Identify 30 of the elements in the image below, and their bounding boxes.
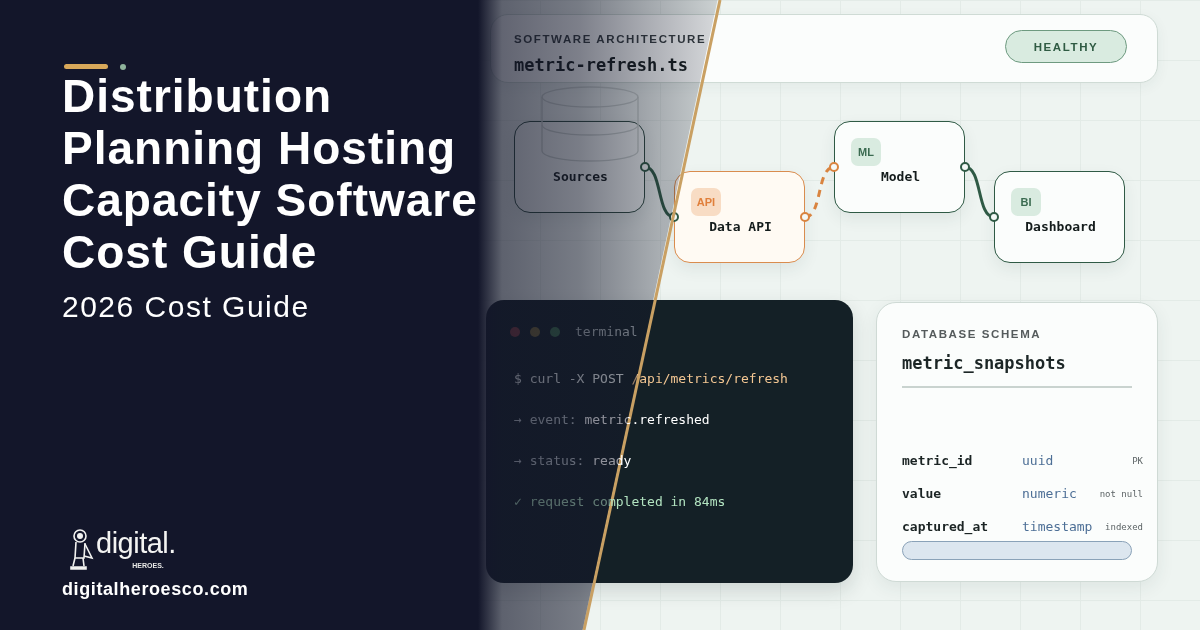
column-name: metric_id [902,453,973,468]
column-name: value [902,486,942,501]
node-label: Dashboard [1025,219,1096,235]
node-label: Sources [553,169,608,185]
node-badge: API [691,188,721,216]
terminal-title: terminal [575,324,638,340]
logo-wordmark: digital. [96,528,176,558]
column-type: timestamp [1022,519,1093,534]
column-constraint: not null [1099,488,1143,499]
page-title: Distribution Planning Hosting Capacity Software Cost Guide [62,70,479,278]
file-name: metric-refresh.ts [514,55,689,75]
mascot-icon [70,528,94,570]
column-type: uuid [1022,453,1054,468]
status-badge: HEALTHY [1005,30,1127,63]
node-badge: ML [851,138,881,166]
card-eyebrow: SOFTWARE ARCHITECTURE [514,33,707,46]
column-constraint: PK [1132,455,1143,466]
card-eyebrow: DATABASE SCHEMA [902,328,1043,341]
column-constraint: indexed [1105,521,1143,532]
node-badge: BI [1011,188,1041,216]
accent-bar [64,64,108,69]
website-url: digitalheroesco.com [62,578,250,600]
table-name: metric_snapshots [902,352,1132,388]
node-label: Model [880,169,921,185]
column-name: captured_at [902,519,989,534]
column-type: numeric [1022,486,1077,501]
page-subtitle: 2026 Cost Guide [62,290,311,324]
accent-dot-icon [120,63,126,70]
node-label: Data API [709,219,772,235]
database-icon [540,85,640,163]
